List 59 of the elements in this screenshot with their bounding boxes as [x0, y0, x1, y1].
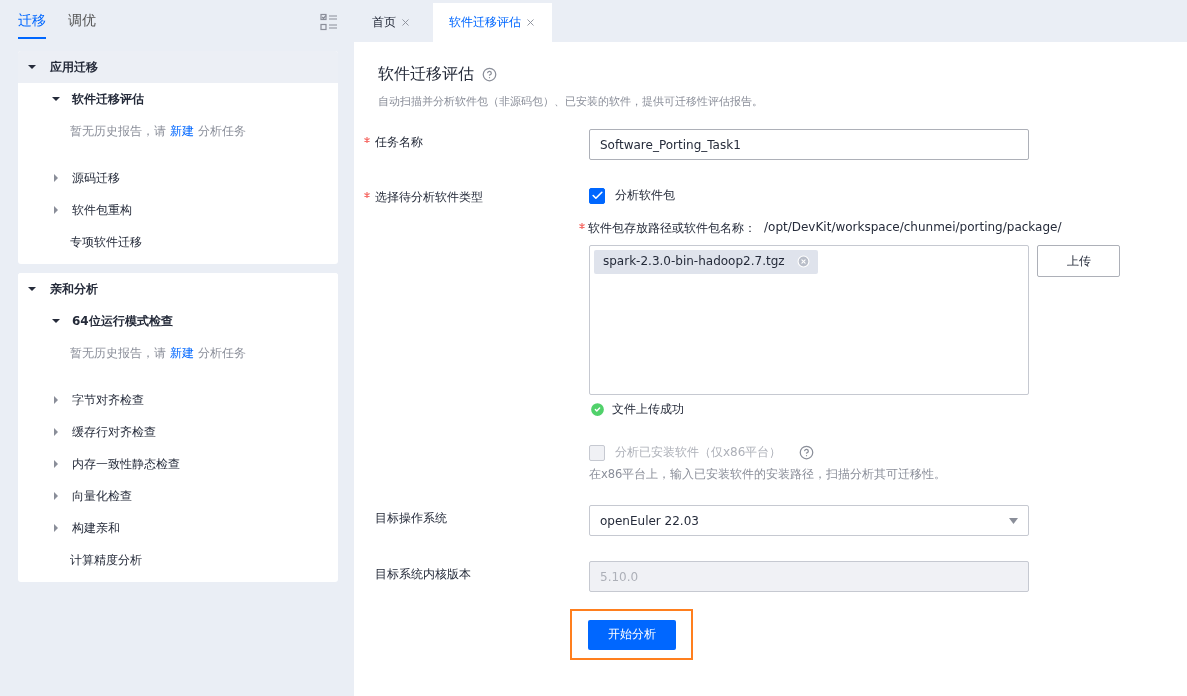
page-title: 软件迁移评估: [378, 64, 474, 85]
sidebar-tab[interactable]: 迁移: [18, 3, 46, 39]
sidebar-tab[interactable]: 调优: [68, 3, 96, 39]
checkbox[interactable]: [589, 187, 605, 204]
tree-item[interactable]: 软件包重构: [72, 201, 132, 219]
field-label: 任务名称: [375, 134, 423, 151]
tree-item[interactable]: 向量化检查: [72, 487, 132, 505]
tree-section-label: 应用迁移: [50, 58, 98, 76]
tree-section-header[interactable]: 应用迁移: [18, 51, 338, 83]
caret-right-icon: [52, 396, 60, 404]
hint-text: 在x86平台上，输入已安装软件的安装路径，扫描分析其可迁移性。: [589, 467, 948, 482]
page-description: 自动扫描并分析软件包（非源码包）、已安装的软件，提供可迁移性评估报告。: [377, 94, 764, 109]
caret-right-icon: [52, 460, 60, 468]
checkbox-label: 分析软件包: [615, 187, 675, 204]
caret-down-icon: [52, 95, 60, 103]
tree-item[interactable]: 64位运行模式检查: [72, 312, 173, 330]
close-icon[interactable]: [400, 17, 411, 28]
field-label: 选择待分析软件类型: [375, 189, 483, 206]
success-icon: [589, 401, 606, 418]
caret-down-icon: [28, 63, 36, 71]
empty-message: 暂无历史报告，请 新建 分析任务: [69, 345, 247, 362]
start-analysis-button[interactable]: 开始分析: [587, 619, 676, 650]
new-link[interactable]: 新建: [169, 346, 194, 360]
tree-item[interactable]: 计算精度分析: [70, 551, 142, 569]
remove-icon[interactable]: [796, 254, 810, 268]
os-select[interactable]: openEuler 22.03: [589, 505, 1029, 536]
task-name-input[interactable]: Software_Porting_Task1: [589, 129, 1029, 160]
checkbox-label: 分析已安装软件（仅x86平台）: [615, 444, 782, 461]
tree-item[interactable]: 构建亲和: [72, 519, 120, 537]
field-label: 目标操作系统: [375, 510, 447, 527]
field-label: 目标系统内核版本: [375, 566, 471, 583]
field-label: 软件包存放路径或软件包名称：: [588, 220, 756, 237]
caret-right-icon: [52, 524, 60, 532]
close-icon[interactable]: [525, 17, 536, 28]
path-text: /opt/DevKit/workspace/chunmei/porting/package/: [764, 220, 1062, 236]
help-icon[interactable]: [482, 67, 497, 82]
caret-right-icon: [52, 206, 60, 214]
page-tab[interactable]: 软件迁移评估: [433, 3, 552, 42]
empty-message: 暂无历史报告，请 新建 分析任务: [69, 123, 247, 140]
caret-right-icon: [52, 492, 60, 500]
tree-item[interactable]: 内存一致性静态检查: [72, 455, 180, 473]
caret-right-icon: [52, 428, 60, 436]
tree-item[interactable]: 软件迁移评估: [72, 90, 144, 108]
caret-down-icon: [28, 285, 36, 293]
new-link[interactable]: 新建: [169, 124, 194, 138]
file-list-area[interactable]: spark-2.3.0-bin-hadoop2.7.tgz: [589, 245, 1029, 395]
upload-status: 文件上传成功: [612, 401, 684, 418]
checklist-icon[interactable]: [320, 13, 338, 31]
tree-section-label: 亲和分析: [50, 280, 98, 298]
file-tag: spark-2.3.0-bin-hadoop2.7.tgz: [594, 250, 818, 274]
upload-button[interactable]: 上传: [1037, 245, 1120, 277]
caret-down-icon: [1009, 517, 1018, 524]
caret-down-icon: [52, 317, 60, 325]
tree-item[interactable]: 源码迁移: [72, 169, 120, 187]
tree-item[interactable]: 专项软件迁移: [70, 233, 142, 251]
tree-item[interactable]: 字节对齐检查: [72, 391, 144, 409]
help-icon[interactable]: [799, 445, 815, 460]
caret-right-icon: [52, 174, 60, 182]
tree-item[interactable]: 缓存行对齐检查: [72, 423, 156, 441]
